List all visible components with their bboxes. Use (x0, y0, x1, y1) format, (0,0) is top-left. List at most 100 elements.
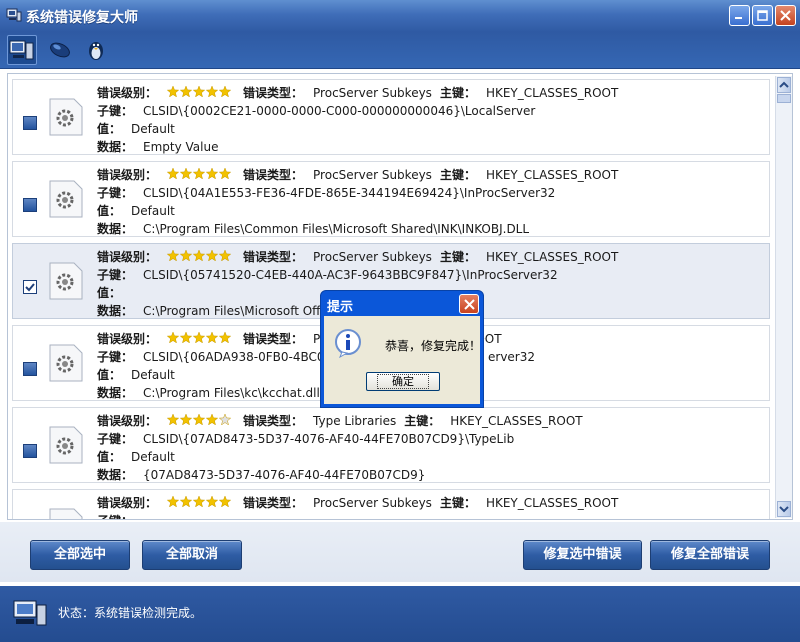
data-label: 数据： (97, 140, 134, 154)
close-icon (780, 10, 791, 21)
sub-key-label: 子键： (97, 350, 134, 364)
sub-key-value: CLSID\{06ADA938-0FB0-4BC0-B (143, 350, 337, 364)
maximize-icon (757, 10, 768, 21)
error-item[interactable]: 错误级别： 错误类型： ProcServer Subkeys 主键： HKEY_CLAS… (12, 161, 770, 237)
star-icon (218, 332, 232, 344)
title-bar: 系统错误修复大师 (0, 0, 800, 32)
item-checkbox[interactable] (23, 280, 37, 294)
close-button[interactable] (775, 5, 796, 26)
sub-key-value: CLSID\{05741520-C4EB-440A-AC3F-9643BBC9F… (143, 268, 558, 282)
severity-stars (167, 168, 232, 180)
level-label: 错误级别： (97, 168, 158, 182)
data-line: 数据： C:\Program Files\kc\kcchat.dll (97, 384, 320, 402)
star-icon (192, 250, 206, 262)
error-type: ProcServer Subkeys (313, 86, 432, 100)
fix-selected-button[interactable]: 修复选中错误 (523, 540, 642, 570)
scroll-down-button[interactable] (777, 501, 791, 517)
penguin-icon (89, 42, 103, 60)
toolbar-computer-button[interactable] (7, 35, 37, 65)
registry-file-icon (49, 262, 83, 300)
star-icon (167, 414, 180, 426)
dialog-close-button[interactable] (459, 294, 479, 314)
item-checkbox[interactable] (23, 444, 37, 458)
star-icon (192, 86, 206, 98)
main-key-label: 主键： (439, 168, 476, 182)
item-checkbox[interactable] (23, 116, 37, 130)
value-text: Default (131, 368, 175, 382)
toolbar-penguin-button[interactable] (82, 35, 112, 65)
registry-file-icon (49, 98, 83, 136)
item-header-line: 错误级别： 错误类型： ProcServer Subkeys 主键： HKEY_CLAS… (97, 494, 618, 512)
data-line: 数据： {07AD8473-5D37-4076-AF40-44FE70B07CD9… (97, 466, 425, 484)
severity-stars (167, 496, 232, 508)
scroll-up-button[interactable] (777, 77, 791, 93)
fix-all-button[interactable]: 修复全部错误 (650, 540, 770, 570)
value-line: 值： Default (97, 120, 175, 138)
status-bar: 状态：系统错误检测完成。 (0, 586, 800, 642)
level-label: 错误级别： (97, 332, 158, 346)
main-key-value: HKEY_CLASSES_ROOT (485, 86, 619, 100)
sub-key-tail: erver32 (488, 350, 536, 364)
value-label: 值： (97, 122, 122, 136)
message-dialog: 提示 恭喜，修复完成！ 确定 (320, 290, 484, 408)
vertical-scrollbar[interactable] (775, 76, 792, 518)
star-icon (192, 496, 206, 508)
toolbar-mouse-button[interactable] (47, 35, 77, 65)
severity-stars (167, 414, 232, 426)
sub-key-label: 子键： (97, 514, 133, 519)
registry-file-icon (49, 344, 83, 382)
star-icon (179, 168, 193, 180)
value-label: 值： (97, 286, 122, 300)
select-all-button[interactable]: 全部选中 (30, 540, 130, 570)
sub-key-value: CLSID\{0002CE21-0000-0000-C000-000000000… (143, 104, 536, 118)
sub-key-line: 子键： CLSID\{07AD8473-5D37-4076-AF40-44FE70… (97, 430, 514, 448)
star-icon (179, 414, 193, 426)
level-label: 错误级别： (97, 414, 158, 428)
main-key-label: 主键： (439, 250, 476, 264)
item-header-line: 错误级别： 错误类型： ProcServer Subkeys 主键： HKEY_CLAS… (97, 84, 618, 102)
dialog-ok-button[interactable]: 确定 (366, 372, 440, 391)
type-label: 错误类型： (243, 168, 304, 182)
error-type: ProcServer Subkeys (313, 250, 432, 264)
star-icon (205, 250, 219, 262)
main-key-value: HKEY_CLASSES_ROOT (450, 414, 583, 428)
mouse-icon (50, 42, 70, 58)
sub-key-label: 子键： (97, 268, 134, 282)
chevron-up-icon (779, 81, 789, 88)
error-item[interactable]: 错误级别： 错误类型： ProcServer Subkeys 主键： HKEY_CLAS… (12, 79, 770, 155)
registry-file-icon (49, 180, 83, 218)
checkmark-icon (25, 283, 35, 292)
sub-key-line: 子键： (97, 512, 143, 519)
value-line: 值： Default (97, 366, 175, 384)
star-icon (192, 332, 206, 344)
computer-icon (9, 40, 34, 60)
cancel-all-button[interactable]: 全部取消 (142, 540, 242, 570)
severity-stars (167, 332, 232, 344)
error-item[interactable]: 错误级别： 错误类型： ProcServer Subkeys 主键： HKEY_CLAS… (12, 489, 770, 519)
star-icon (218, 86, 232, 98)
item-checkbox[interactable] (23, 198, 37, 212)
item-checkbox[interactable] (23, 362, 37, 376)
registry-file-icon (49, 426, 83, 464)
main-key-value: HKEY_CLASSES_ROOT (485, 168, 619, 182)
data-text: Empty Value (143, 140, 219, 154)
dialog-title: 提示 (327, 300, 354, 315)
main-key-label: 主键： (439, 496, 476, 510)
info-icon (335, 329, 361, 358)
minimize-button[interactable] (729, 5, 750, 26)
close-icon (464, 299, 475, 310)
level-label: 错误级别： (97, 496, 158, 510)
dialog-ok-label: 确定 (377, 374, 429, 389)
star-icon (205, 496, 219, 508)
level-label: 错误级别： (97, 250, 158, 264)
error-item[interactable]: 错误级别： 错误类型： Type Libraries 主键： HKEY_CLASSES_… (12, 407, 770, 483)
toolbar (0, 32, 800, 69)
error-type: ProcServer Subkeys (313, 496, 432, 510)
data-text: C:\Program Files\Common Files\Microsoft … (143, 222, 530, 236)
maximize-button[interactable] (752, 5, 773, 26)
type-label: 错误类型： (243, 86, 304, 100)
dialog-body: 恭喜，修复完成！ 确定 (324, 316, 481, 404)
value-text: Default (131, 450, 175, 464)
scroll-thumb[interactable] (777, 94, 791, 103)
star-icon (192, 414, 206, 426)
